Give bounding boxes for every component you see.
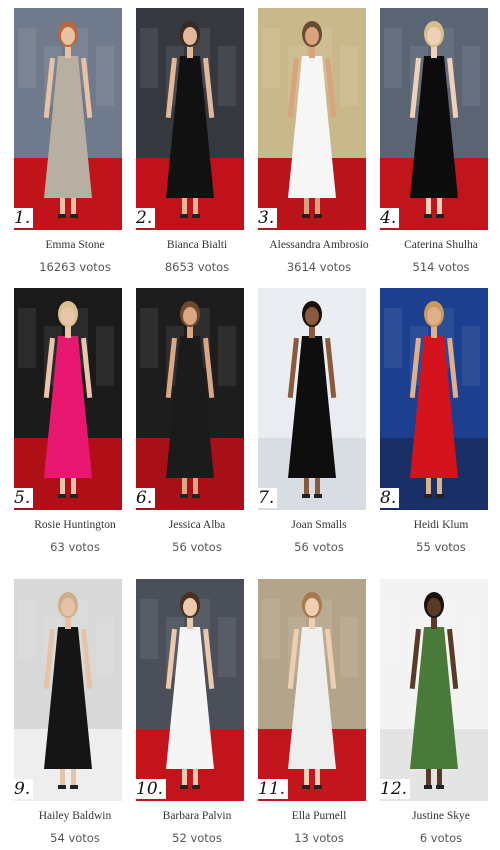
vote-count: 13 votos	[294, 831, 344, 845]
rank-label: 7.	[256, 488, 278, 508]
rank-label: 3.	[256, 208, 278, 228]
photo-illustration	[258, 288, 366, 510]
entry-photo[interactable]	[380, 288, 488, 510]
rank-label: 4.	[378, 208, 400, 228]
rank-label: 11.	[256, 779, 289, 799]
celebrity-name: Bianca Bialti	[166, 239, 228, 251]
photo-illustration	[258, 8, 366, 230]
celebrity-name: Rosie Huntington	[34, 519, 116, 531]
entry-photo[interactable]	[14, 8, 122, 230]
vote-count: 54 votos	[50, 831, 100, 845]
entry-card-7[interactable]: 7. Joan Smalls 56 votos	[256, 288, 380, 558]
celebrity-name: Alessandra Ambrosio	[269, 239, 369, 251]
celebrity-name: Barbara Palvin	[162, 810, 232, 822]
entry-photo[interactable]	[258, 288, 366, 510]
photo-illustration	[380, 288, 488, 510]
entry-card-10[interactable]: 10. Barbara Palvin 52 votos	[134, 579, 258, 849]
vote-count: 55 votos	[416, 540, 466, 554]
celebrity-name: Hailey Baldwin	[38, 810, 112, 822]
entry-card-9[interactable]: 9. Hailey Baldwin 54 votos	[12, 579, 136, 849]
photo-illustration	[14, 288, 122, 510]
photo-illustration	[380, 8, 488, 230]
entry-photo[interactable]	[258, 579, 366, 801]
photo-illustration	[380, 579, 488, 801]
entry-photo[interactable]	[136, 8, 244, 230]
entry-card-3[interactable]: 3. Alessandra Ambrosio 3614 votos	[256, 8, 380, 278]
entry-photo[interactable]	[14, 288, 122, 510]
rank-label: 9.	[12, 779, 34, 799]
celebrity-vote-grid: 1. Emma Stone 16263 votos 2. Bianca Bial…	[0, 0, 500, 850]
photo-illustration	[14, 579, 122, 801]
rank-label: 6.	[134, 488, 156, 508]
vote-count: 56 votos	[294, 540, 344, 554]
entry-photo[interactable]	[380, 579, 488, 801]
entry-card-11[interactable]: 11. Ella Purnell 13 votos	[256, 579, 380, 849]
vote-count: 16263 votos	[39, 260, 111, 274]
celebrity-name: Jessica Alba	[168, 519, 226, 531]
entry-card-5[interactable]: 5. Rosie Huntington 63 votos	[12, 288, 136, 558]
celebrity-name: Justine Skye	[412, 810, 470, 822]
celebrity-name: Ella Purnell	[291, 810, 347, 822]
entry-photo[interactable]	[258, 8, 366, 230]
rank-label: 12.	[378, 779, 411, 799]
entry-card-6[interactable]: 6. Jessica Alba 56 votos	[134, 288, 258, 558]
vote-count: 514 votos	[412, 260, 470, 274]
entry-card-4[interactable]: 4. Caterina Shulha 514 votos	[378, 8, 500, 278]
celebrity-name: Caterina Shulha	[404, 239, 478, 251]
celebrity-name: Heidi Klum	[413, 519, 469, 531]
entry-card-2[interactable]: 2. Bianca Bialti 8653 votos	[134, 8, 258, 278]
photo-illustration	[258, 579, 366, 801]
photo-illustration	[136, 8, 244, 230]
vote-count: 3614 votos	[286, 260, 352, 274]
rank-label: 10.	[134, 779, 167, 799]
celebrity-name: Joan Smalls	[291, 519, 347, 531]
photo-illustration	[14, 8, 122, 230]
entry-card-12[interactable]: 12. Justine Skye 6 votos	[378, 579, 500, 849]
entry-photo[interactable]	[136, 288, 244, 510]
entry-photo[interactable]	[136, 579, 244, 801]
vote-count: 52 votos	[172, 831, 222, 845]
entry-card-1[interactable]: 1. Emma Stone 16263 votos	[12, 8, 136, 278]
rank-label: 5.	[12, 488, 34, 508]
rank-label: 2.	[134, 208, 156, 228]
vote-count: 63 votos	[50, 540, 100, 554]
entry-photo[interactable]	[14, 579, 122, 801]
entry-card-8[interactable]: 8. Heidi Klum 55 votos	[378, 288, 500, 558]
photo-illustration	[136, 288, 244, 510]
photo-illustration	[136, 579, 244, 801]
rank-label: 1.	[12, 208, 34, 228]
vote-count: 56 votos	[172, 540, 222, 554]
entry-photo[interactable]	[380, 8, 488, 230]
rank-label: 8.	[378, 488, 400, 508]
vote-count: 8653 votos	[164, 260, 230, 274]
vote-count: 6 votos	[419, 831, 463, 845]
celebrity-name: Emma Stone	[45, 239, 105, 251]
